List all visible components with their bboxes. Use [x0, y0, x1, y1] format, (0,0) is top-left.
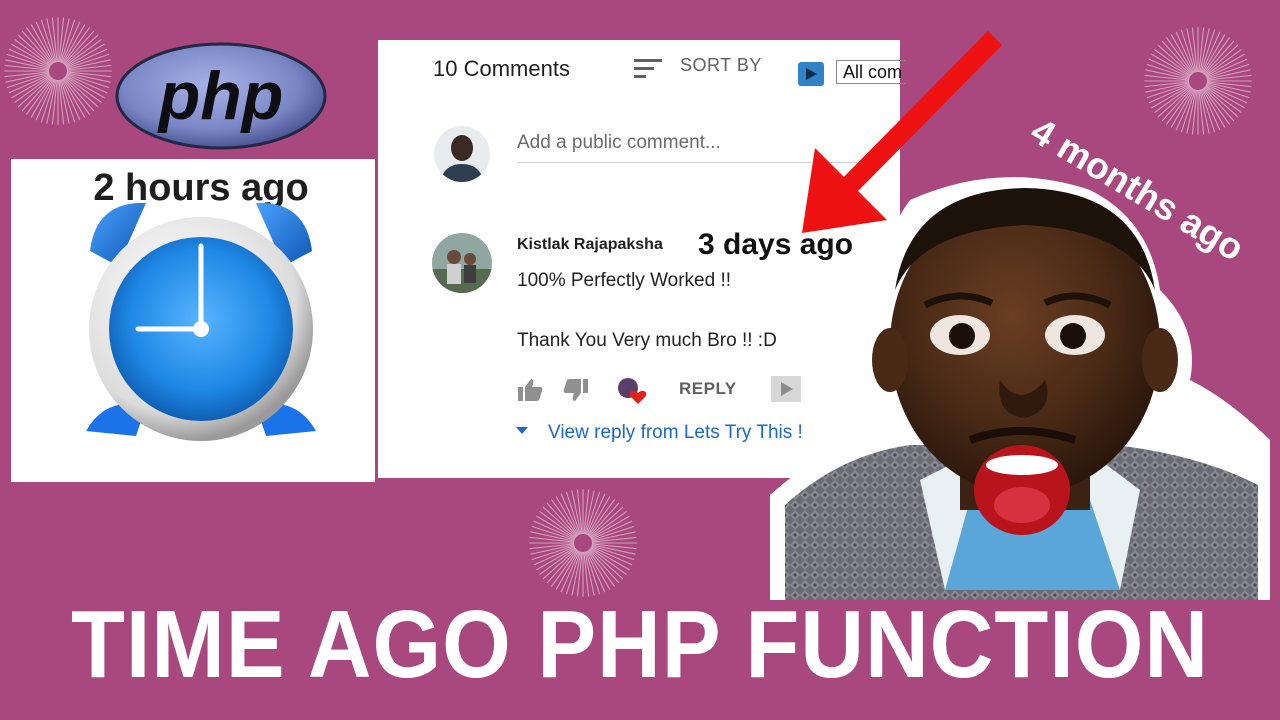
view-reply-label: View reply from Lets Try This !	[548, 422, 803, 443]
sort-icon[interactable]	[634, 58, 664, 80]
commenter-avatar	[432, 233, 492, 293]
heart-icon	[618, 378, 647, 404]
surprised-face-photo	[770, 177, 1270, 600]
reply-button[interactable]: REPLY	[679, 379, 737, 399]
comment-text-line: Thank You Very much Bro !! :D	[517, 330, 777, 351]
php-logo-text: php	[157, 58, 284, 134]
decorative-burst	[1144, 27, 1252, 135]
decorative-burst	[529, 489, 637, 597]
comment-author[interactable]: Kistlak Rajapaksha	[517, 236, 663, 254]
user-avatar	[434, 126, 490, 182]
alarm-clock-icon	[86, 202, 316, 441]
main-title: TIME AGO PHP FUNCTION	[70, 591, 1210, 698]
caret-down-icon	[516, 427, 528, 435]
comment-text-line: 100% Perfectly Worked !!	[517, 270, 732, 291]
sort-by-button[interactable]: SORT BY	[680, 55, 762, 76]
thumbs-down-icon[interactable]	[563, 378, 589, 402]
comment-count: 10 Comments	[433, 56, 570, 81]
thumbs-up-icon[interactable]	[517, 378, 543, 402]
clock-card: 2 hours ago	[11, 159, 375, 482]
php-logo: php	[115, 42, 327, 150]
decorative-burst	[4, 17, 112, 125]
view-reply-link[interactable]: View reply from Lets Try This !	[516, 422, 803, 444]
